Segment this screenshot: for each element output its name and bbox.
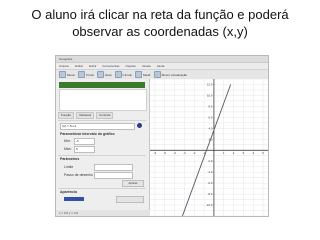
style-button[interactable] <box>116 196 144 203</box>
y-tick-label: 10.0 <box>207 93 213 97</box>
object-list-header <box>59 82 145 88</box>
graph-canvas[interactable]: -6 -5 -4 -3 -2 -1 1 2 3 4 512.010.08.06.04.02.0-2.… <box>150 79 268 216</box>
y-tick-label: 8.0 <box>209 104 213 108</box>
tab-variables[interactable]: Variáveis <box>76 112 95 119</box>
status-bar: x = 0.0 y = 4.0 <box>56 210 152 216</box>
y-tick-label: -2.0 <box>208 159 213 163</box>
left-panel: Função Variáveis Controle f(x) = 5x+4 Pa… <box>56 79 152 216</box>
field1-label: Limite <box>64 165 74 169</box>
divider <box>58 188 146 189</box>
tool-circle-button[interactable]: Círculo <box>114 71 133 78</box>
menu-options[interactable]: Opções <box>126 63 136 69</box>
line-style-swatch[interactable] <box>64 197 84 201</box>
field2-input[interactable] <box>94 172 133 179</box>
tool-label: Mover <box>67 72 76 77</box>
panel-tabs: Função Variáveis Controle <box>58 112 114 119</box>
menu-view[interactable]: Exibir <box>89 63 97 69</box>
tool-point-button[interactable]: Ponto <box>78 71 94 78</box>
line-icon <box>97 71 105 78</box>
object-list[interactable] <box>59 89 147 111</box>
window-title: Geogebra <box>56 56 268 63</box>
menu-edit[interactable]: Editar <box>75 63 83 69</box>
tool-label: Reta <box>105 72 112 77</box>
y-tick-label: -10.0 <box>206 203 213 207</box>
y-tick-label: 4.0 <box>209 126 213 130</box>
tool-label: Medir <box>143 72 151 77</box>
menu-bar: Arquivo Editar Exibir Ferramentas Opções… <box>56 63 268 70</box>
tab-function[interactable]: Função <box>58 112 75 119</box>
x-tick-label: 3 <box>243 151 245 155</box>
menu-file[interactable]: Arquivo <box>59 63 69 69</box>
tool-label: Ponto <box>86 72 95 77</box>
x-tick-label: 4 <box>252 151 254 155</box>
tool-line-button[interactable]: Reta <box>97 71 112 78</box>
y-tick-label: -6.0 <box>208 181 213 185</box>
max-input[interactable]: 5 <box>74 146 95 153</box>
slide-caption: O aluno irá clicar na reta da função e p… <box>0 6 320 40</box>
x-tick-label: -3 <box>183 151 186 155</box>
y-tick-label: -4.0 <box>208 170 213 174</box>
field1-input[interactable] <box>94 164 133 171</box>
appearance-section-title: Aparência <box>60 190 77 194</box>
measure-icon <box>135 71 143 78</box>
min-label: Mín: <box>64 139 71 143</box>
move-icon <box>59 71 66 78</box>
x-tick-label: -4 <box>173 151 176 155</box>
field2-label: Passo de desenho <box>64 173 93 177</box>
tool-move-button[interactable]: Mover <box>59 71 75 78</box>
caption-line-1: O aluno irá clicar na reta da função e p… <box>31 7 289 22</box>
tool-label: Círculo <box>122 72 133 77</box>
pan-icon <box>153 71 161 78</box>
tab-control[interactable]: Controle <box>96 112 114 119</box>
divider <box>58 120 146 121</box>
function-input[interactable]: f(x) = 5x+4 <box>60 123 135 130</box>
min-input[interactable]: -5 <box>74 138 95 145</box>
menu-window[interactable]: Janela <box>142 63 151 69</box>
point-icon <box>78 71 86 78</box>
y-tick-label: 12.0 <box>207 82 213 86</box>
caption-line-2: observar as coordenadas (x,y) <box>72 24 248 39</box>
x-tick-label: 2 <box>233 151 235 155</box>
menu-help[interactable]: Ajuda <box>157 63 165 69</box>
tool-label: Mover visualização <box>161 72 188 77</box>
graph-view[interactable]: -6 -5 -4 -3 -2 -1 1 2 3 4 5 12.0 10.0 8.0 6.0 4.0 2.0 -2.… <box>150 79 268 216</box>
params-section-title: Parâmetros <box>60 157 80 161</box>
circle-icon <box>114 71 122 78</box>
divider <box>58 155 146 156</box>
x-tick-label: -5 <box>164 151 167 155</box>
x-tick-label: 1 <box>223 151 225 155</box>
x-tick-label: -2 <box>193 151 196 155</box>
y-tick-label: 6.0 <box>209 115 213 119</box>
x-tick-label: 5 <box>262 151 264 155</box>
apply-button[interactable]: Aplicar <box>122 180 144 187</box>
app-window: Geogebra Arquivo Editar Exibir Ferrament… <box>55 55 269 217</box>
y-tick-label: -8.0 <box>208 192 213 196</box>
interval-section-title: Parametrizar intervalo do gráfico <box>60 132 115 136</box>
max-label: Máx: <box>64 147 72 151</box>
menu-tools[interactable]: Ferramentas <box>103 63 120 69</box>
color-picker-icon[interactable] <box>137 123 142 128</box>
x-tick-label: -6 <box>154 151 157 155</box>
tool-pan-button[interactable]: Mover visualização <box>153 71 188 78</box>
tool-measure-button[interactable]: Medir <box>135 71 151 78</box>
